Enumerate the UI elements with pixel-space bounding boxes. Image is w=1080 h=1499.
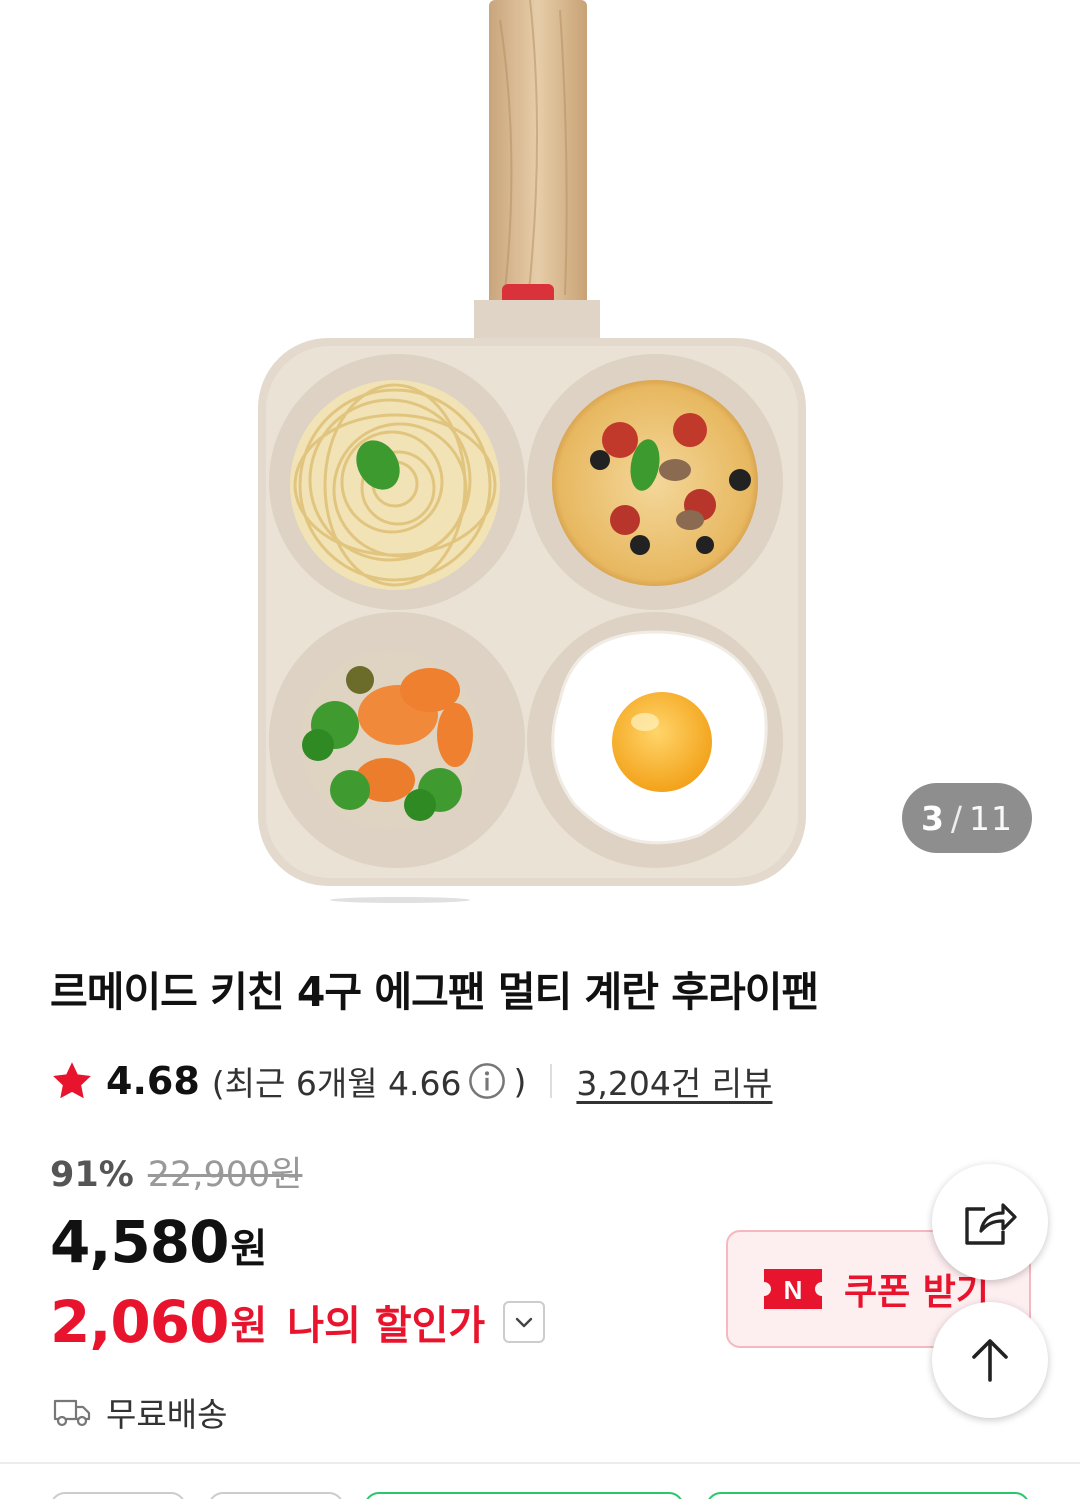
rating-score: 4.68 xyxy=(106,1059,200,1103)
discount-row: 91% 22,900원 xyxy=(50,1146,302,1197)
product-image xyxy=(258,0,806,903)
my-price-label: 나의 할인가 xyxy=(287,1303,486,1349)
total-pages: 11 xyxy=(969,798,1014,838)
chevron-down-icon xyxy=(516,1317,533,1328)
shipping-info: 무료배송 xyxy=(52,1388,227,1436)
original-price: 22,900원 xyxy=(147,1155,303,1195)
star-icon xyxy=(53,1062,91,1099)
rating-divider xyxy=(550,1064,553,1098)
share-icon xyxy=(965,1203,1017,1245)
product-title: 르메이드 키친 4구 에그팬 멀티 계란 후라이팬 xyxy=(50,968,819,1016)
my-discount-price[interactable]: 2,060 원 나의 할인가 xyxy=(50,1288,546,1356)
image-page-indicator: 3 / 11 xyxy=(902,783,1032,853)
info-icon[interactable] xyxy=(468,1062,506,1100)
naver-coupon-icon: N xyxy=(764,1269,822,1309)
my-price-unit: 원 xyxy=(230,1303,268,1349)
bottom-chip[interactable] xyxy=(50,1492,186,1499)
sale-price: 4,580 원 xyxy=(50,1208,267,1276)
discount-rate: 91% xyxy=(50,1155,134,1195)
recent-rating: (최근 6개월 4.66 ) xyxy=(212,1057,527,1105)
bottom-chip[interactable] xyxy=(364,1492,684,1499)
my-price-expand-button[interactable] xyxy=(503,1301,546,1343)
arrow-up-icon xyxy=(972,1339,1008,1382)
section-divider xyxy=(0,1462,1080,1464)
my-price-number: 2,060 xyxy=(50,1288,229,1356)
sale-price-number: 4,580 xyxy=(50,1208,229,1276)
bottom-chip[interactable] xyxy=(706,1492,1030,1499)
naver-badge-letter: N xyxy=(784,1275,803,1305)
shipping-label: 무료배송 xyxy=(106,1395,228,1434)
recent-rating-label: (최근 6개월 4.66 xyxy=(211,1064,462,1103)
sale-price-unit: 원 xyxy=(230,1226,268,1272)
scroll-to-top-button[interactable] xyxy=(932,1302,1048,1418)
bottom-chip[interactable] xyxy=(208,1492,344,1499)
page-separator: / xyxy=(950,798,964,838)
share-button[interactable] xyxy=(932,1164,1048,1280)
rating-row: 4.68 (최근 6개월 4.66 ) 3,204건 리뷰 xyxy=(50,1056,772,1106)
review-count-link[interactable]: 3,204건 리뷰 xyxy=(576,1057,772,1105)
truck-icon xyxy=(53,1399,91,1427)
product-image-gallery[interactable]: 3 / 11 xyxy=(0,0,1080,905)
current-page: 3 xyxy=(920,798,945,838)
recent-rating-close: ) xyxy=(513,1061,527,1101)
